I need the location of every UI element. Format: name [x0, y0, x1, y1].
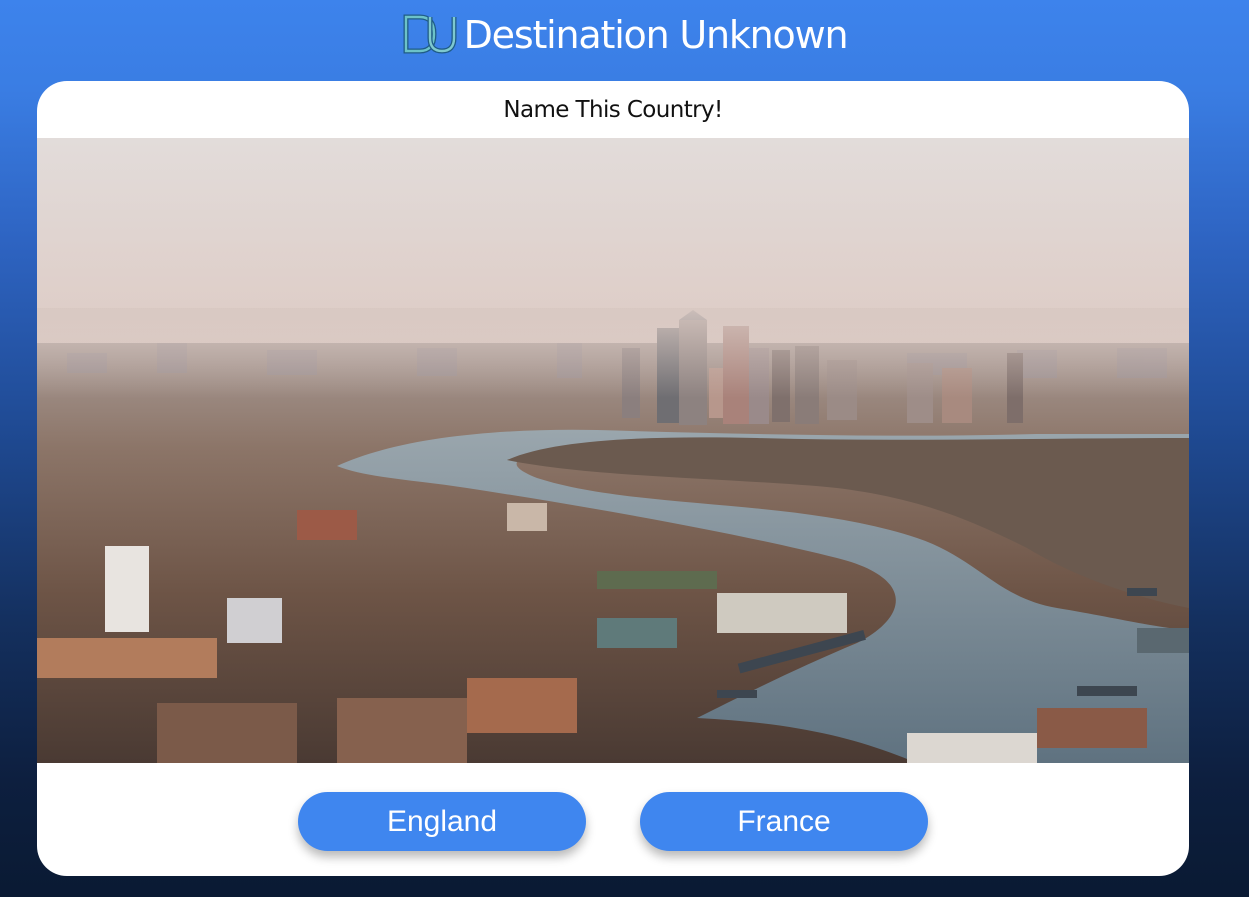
london-thames-aerial-photo: [37, 138, 1189, 763]
site-title: Destination Unknown: [463, 13, 849, 57]
site-header: Destination Unknown: [0, 6, 1249, 62]
du-logo-icon: [403, 14, 457, 54]
answer-button-france[interactable]: France: [640, 792, 928, 851]
quiz-prompt: Name This Country!: [503, 96, 723, 123]
answer-button-england[interactable]: England: [298, 792, 586, 851]
quiz-card: Name This Country! England France: [37, 81, 1189, 876]
answer-options: England France: [37, 792, 1189, 852]
